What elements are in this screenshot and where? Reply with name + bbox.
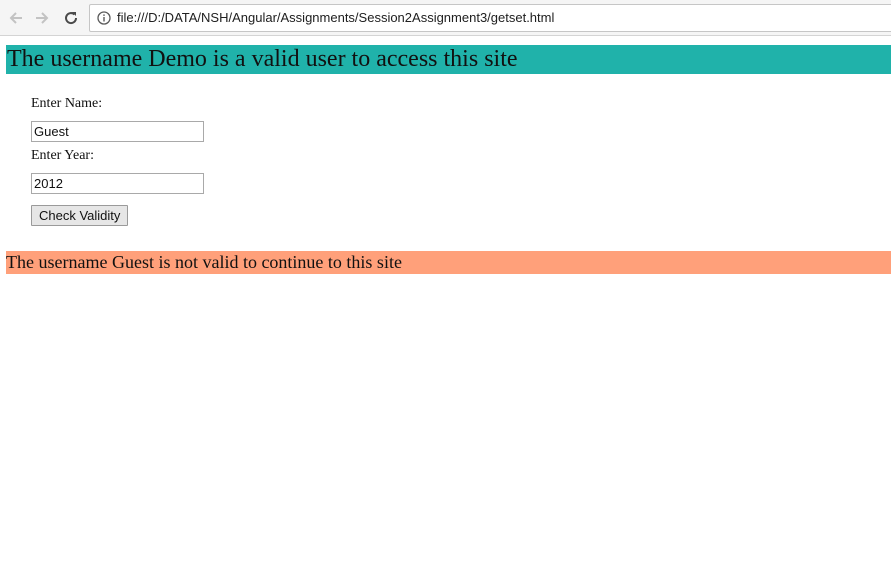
valid-user-banner: The username Demo is a valid user to acc… (6, 45, 891, 74)
url-text[interactable]: file:///D:/DATA/NSH/Angular/Assignments/… (117, 10, 554, 25)
back-button[interactable] (5, 7, 27, 29)
reload-button[interactable] (60, 7, 82, 29)
browser-toolbar: file:///D:/DATA/NSH/Angular/Assignments/… (0, 0, 891, 36)
forward-button[interactable] (31, 7, 53, 29)
check-validity-button[interactable]: Check Validity (31, 205, 129, 226)
year-input[interactable] (31, 173, 204, 194)
page-content: The username Demo is a valid user to acc… (0, 37, 891, 570)
name-label: Enter Name: (31, 96, 103, 111)
name-input[interactable] (31, 121, 204, 142)
address-bar[interactable]: file:///D:/DATA/NSH/Angular/Assignments/… (89, 4, 891, 32)
arrow-left-icon (9, 12, 22, 24)
reload-icon (65, 12, 78, 25)
arrow-right-icon (36, 12, 49, 24)
info-icon[interactable] (97, 11, 111, 25)
year-label: Enter Year: (31, 148, 94, 163)
invalid-user-banner: The username Guest is not valid to conti… (6, 251, 891, 274)
